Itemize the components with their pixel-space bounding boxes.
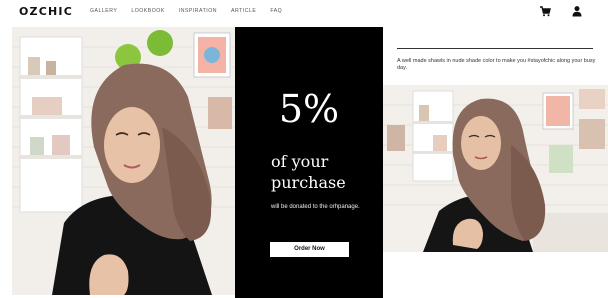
model-photo-right <box>383 85 608 252</box>
site-header: OZCHIC GALLERY LOOKBOOK INSPIRATION ARTI… <box>0 0 608 24</box>
product-tagline: A well made shawls in nude shade color t… <box>397 58 596 71</box>
brand-logo[interactable]: OZCHIC <box>19 5 73 18</box>
nav-item-article[interactable]: ARTICLE <box>231 8 256 14</box>
donation-promo-panel: 5% of your purchase will be donated to t… <box>235 27 383 298</box>
model-photo-left <box>12 27 235 295</box>
nav-item-gallery[interactable]: GALLERY <box>90 8 117 14</box>
nav-item-faq[interactable]: FAQ <box>270 8 282 14</box>
promo-headline-line1: of your <box>271 152 329 171</box>
promo-percent: 5% <box>278 87 340 131</box>
promo-headline-line2: purchase <box>271 173 346 192</box>
main-nav: GALLERY LOOKBOOK INSPIRATION ARTICLE FAQ <box>90 8 282 14</box>
cart-icon[interactable] <box>539 5 551 17</box>
divider <box>397 48 593 49</box>
order-now-button[interactable]: Order Now <box>270 242 349 257</box>
user-icon[interactable] <box>571 5 583 17</box>
nav-item-inspiration[interactable]: INSPIRATION <box>179 8 217 14</box>
donation-text: will be donated to the orhpanage. <box>271 204 360 210</box>
nav-item-lookbook[interactable]: LOOKBOOK <box>131 8 164 14</box>
